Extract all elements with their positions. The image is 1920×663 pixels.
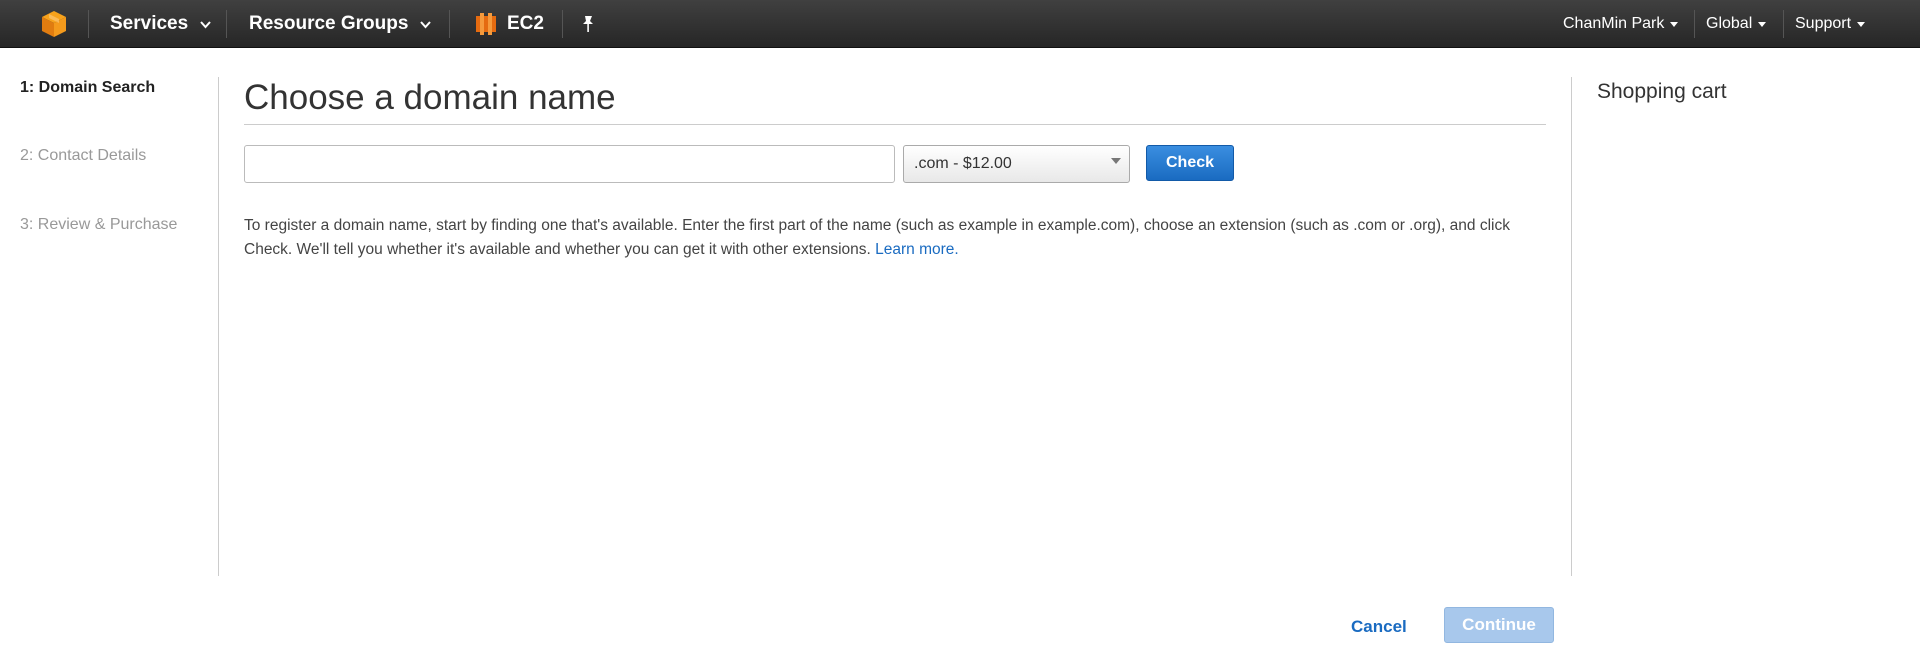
- page-title: Choose a domain name: [244, 78, 616, 117]
- services-label: Services: [110, 13, 189, 34]
- services-menu[interactable]: Services: [110, 0, 211, 48]
- support-label: Support: [1795, 15, 1852, 32]
- chevron-down-icon: [420, 13, 432, 35]
- chevron-down-icon: [200, 13, 211, 35]
- caret-down-icon: [1758, 21, 1767, 27]
- step-review-purchase[interactable]: 3: Review & Purchase: [20, 216, 177, 234]
- pushpin-icon[interactable]: [580, 0, 596, 48]
- nav-divider: [1783, 10, 1784, 38]
- title-divider: [244, 124, 1546, 125]
- caret-down-icon: [1670, 21, 1679, 27]
- learn-more-link[interactable]: Learn more.: [875, 241, 959, 258]
- nav-divider: [226, 10, 227, 38]
- nav-divider: [449, 10, 450, 38]
- cancel-button[interactable]: Cancel: [1351, 617, 1407, 637]
- nav-divider: [88, 10, 89, 38]
- right-divider: [1571, 77, 1572, 576]
- nav-divider: [562, 10, 563, 38]
- check-button[interactable]: Check: [1146, 145, 1234, 181]
- ec2-shortcut[interactable]: EC2: [475, 0, 544, 48]
- domain-name-input[interactable]: [244, 145, 895, 183]
- left-divider: [218, 77, 219, 576]
- region-label: Global: [1706, 15, 1753, 32]
- step-contact-details[interactable]: 2: Contact Details: [20, 147, 146, 165]
- tld-select[interactable]: .com - $12.00: [903, 145, 1130, 183]
- ec2-icon: [475, 11, 497, 37]
- top-nav: Services Resource Groups EC2 ChanMin Par…: [0, 0, 1920, 48]
- continue-button[interactable]: Continue: [1444, 607, 1554, 643]
- shopping-cart-title: Shopping cart: [1597, 80, 1727, 103]
- ec2-label: EC2: [507, 13, 544, 34]
- resource-groups-menu[interactable]: Resource Groups: [249, 0, 432, 48]
- dropdown-arrow-icon: [1111, 158, 1121, 164]
- caret-down-icon: [1857, 21, 1866, 27]
- aws-logo-icon[interactable]: [38, 0, 70, 48]
- tld-selected-value: .com - $12.00: [914, 155, 1012, 172]
- nav-divider: [1694, 10, 1695, 38]
- help-text: To register a domain name, start by find…: [244, 214, 1554, 262]
- support-menu[interactable]: Support: [1795, 0, 1866, 48]
- step-domain-search[interactable]: 1: Domain Search: [20, 79, 155, 97]
- region-menu[interactable]: Global: [1706, 0, 1767, 48]
- user-label: ChanMin Park: [1563, 15, 1665, 32]
- user-menu[interactable]: ChanMin Park: [1563, 0, 1679, 48]
- resource-groups-label: Resource Groups: [249, 13, 409, 34]
